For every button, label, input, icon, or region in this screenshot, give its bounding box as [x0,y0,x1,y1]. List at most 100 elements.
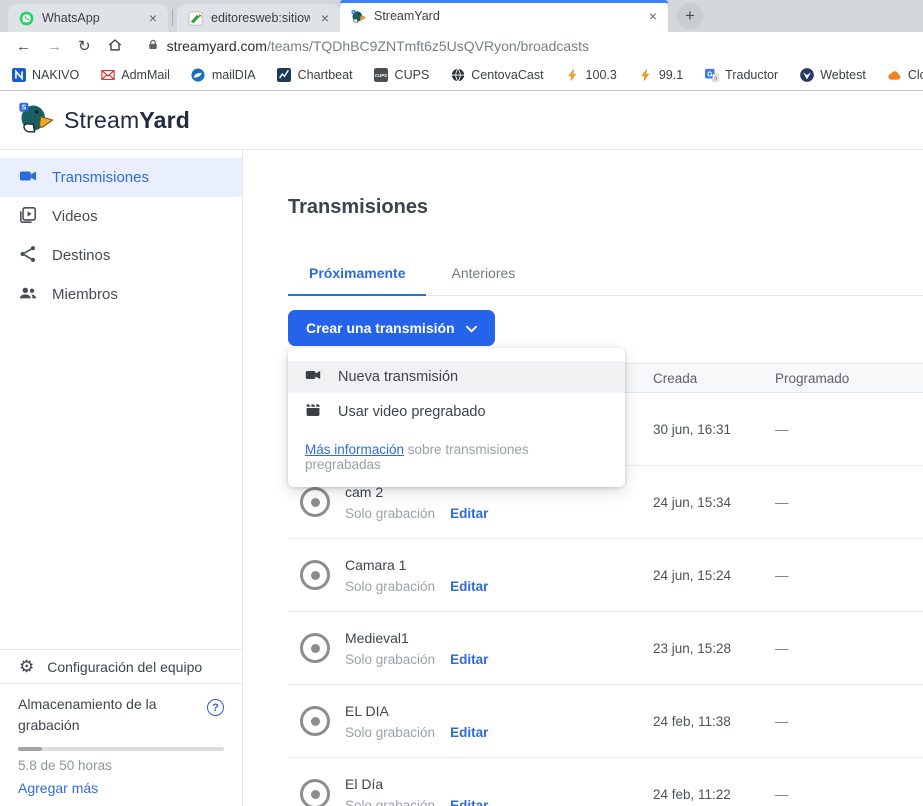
close-icon[interactable]: × [146,10,160,26]
admmail-icon [100,68,115,83]
app-header: S StreamYard [0,91,923,150]
scheduled-cell: — [775,714,923,729]
centovacast-icon [450,68,465,83]
forward-icon[interactable]: → [47,39,62,54]
sidebar-nav: Transmisiones Videos Destinos Miembros [0,150,242,314]
bookmark-item[interactable]: AdmMail [100,68,170,83]
bookmark-item[interactable]: NAKIVO [11,68,79,83]
storage-progress-fill [18,747,42,751]
storage-widget: Almacenamiento de la grabación ? 5.8 de … [0,683,242,806]
table-row[interactable]: El Día Solo grabación Editar 24 feb, 11:… [288,758,923,806]
url-host: streamyard.com [167,38,267,54]
sidebar-item-destinos[interactable]: Destinos [0,236,242,275]
sidebar-item-label: Videos [52,208,98,225]
tab-separator [172,9,173,26]
bookmark-item[interactable]: 99.1 [638,68,683,83]
menu-item-usar-video-pregrabado[interactable]: Usar video pregrabado [288,396,625,428]
bookmark-item[interactable]: mailDIA [191,68,256,83]
bookmark-item[interactable]: CentovaCast [450,68,543,83]
sidebar-bottom: ⚙ Configuración del equipo Almacenamient… [0,649,242,806]
home-icon[interactable] [107,37,123,56]
create-broadcast-button[interactable]: Crear una transmisión [288,310,495,346]
tab-whatsapp[interactable]: WhatsApp × [8,4,168,32]
scheduled-cell: — [775,422,923,437]
tab-anteriores[interactable]: Anteriores [451,265,515,295]
scheduled-cell: — [775,787,923,802]
created-cell: 24 feb, 11:38 [653,714,775,729]
video-camera-icon [19,167,37,189]
bookmark-item[interactable]: Webtest [799,68,866,83]
bookmark-item[interactable]: 100.3 [565,68,617,83]
edit-link[interactable]: Editar [450,652,488,667]
bookmark-label: Traductor [725,68,778,82]
column-scheduled: Programado [775,371,923,386]
created-cell: 24 feb, 11:22 [653,787,775,802]
menu-item-nueva-transmision[interactable]: Nueva transmisión [288,361,625,393]
sidebar: Transmisiones Videos Destinos Miembros ⚙… [0,150,243,806]
streamyard-logo-icon: S [18,101,54,140]
browser-chrome: WhatsApp × editoresweb:sitioweb:eldia.co… [0,0,923,91]
new-tab-button[interactable]: + [677,3,703,29]
bookmark-label: 100.3 [586,68,617,82]
sidebar-item-transmisiones[interactable]: Transmisiones [0,158,242,197]
edit-link[interactable]: Editar [450,506,488,521]
record-icon [300,560,330,590]
url-field[interactable]: streamyard.com/teams/TQDhBC9ZNTmft6z5UsQ… [147,38,589,54]
menu-item-label: Nueva transmisión [338,369,458,385]
tab-title: WhatsApp [42,11,138,25]
table-row[interactable]: EL DIA Solo grabación Editar 24 feb, 11:… [288,685,923,758]
broadcast-name-cell: cam 2 Solo grabación Editar [288,484,653,521]
svg-text:S: S [22,104,27,111]
sidebar-item-miembros[interactable]: Miembros [0,275,242,314]
back-icon[interactable]: ← [16,39,31,54]
reload-icon[interactable]: ↻ [78,39,91,54]
broadcast-title: Camara 1 [345,557,488,573]
edit-link[interactable]: Editar [450,798,488,806]
sidebar-item-label: Miembros [52,286,118,303]
bookmark-label: CloudFlare [908,68,923,82]
url-path: /teams/TQDhBC9ZNTmft6z5UsQVRyon/broadcas… [267,38,589,54]
streamyard-duck-icon: S [351,9,366,24]
storage-progress-bar [18,747,224,751]
bookmark-item[interactable]: Ga Traductor [704,68,778,83]
bookmark-item[interactable]: CUPS CUPS [374,68,430,83]
mas-informacion-link[interactable]: Más información [305,442,404,457]
scheduled-cell: — [775,641,923,656]
tab-title: StreamYard [374,9,638,23]
broadcast-title: El Día [345,776,488,792]
bookmarks-bar: NAKIVO AdmMail mailDIA Chartbeat CUPS CU… [0,60,923,91]
table-row[interactable]: Camara 1 Solo grabación Editar 24 jun, 1… [288,539,923,612]
record-icon [300,779,330,806]
edit-link[interactable]: Editar [450,725,488,740]
team-settings-label: Configuración del equipo [47,659,202,675]
bookmark-label: mailDIA [212,68,256,82]
tab-streamyard[interactable]: S StreamYard × [340,0,668,32]
sidebar-item-label: Transmisiones [52,169,149,186]
broadcast-subtitle: Solo grabación [345,652,435,667]
scheduled-cell: — [775,495,923,510]
team-settings-button[interactable]: ⚙ Configuración del equipo [0,649,242,683]
table-row[interactable]: Medieval1 Solo grabación Editar 23 jun, … [288,612,923,685]
add-more-link[interactable]: Agregar más [18,780,224,796]
bookmark-item[interactable]: Chartbeat [277,68,353,83]
close-icon[interactable]: × [646,8,660,24]
bolt-icon [565,68,580,83]
svg-text:S: S [352,10,354,14]
cloudflare-icon [887,68,902,83]
bolt-icon [638,68,653,83]
broadcast-name-cell: EL DIA Solo grabación Editar [288,703,653,740]
clapperboard-icon [305,402,321,422]
svg-text:G: G [707,71,713,78]
menu-item-label: Usar video pregrabado [338,404,486,420]
help-icon[interactable]: ? [207,699,224,716]
edit-link[interactable]: Editar [450,579,488,594]
bookmark-item[interactable]: CloudFlare [887,68,923,83]
close-icon[interactable]: × [318,10,332,26]
create-broadcast-label: Crear una transmisión [306,320,455,336]
broadcast-subtitle: Solo grabación [345,798,435,806]
bookmark-label: Webtest [820,68,866,82]
created-cell: 24 jun, 15:34 [653,495,775,510]
tab-editoresweb[interactable]: editoresweb:sitioweb:eldia.co × [177,4,340,32]
sidebar-item-videos[interactable]: Videos [0,197,242,236]
tab-proximamente[interactable]: Próximamente [288,265,426,296]
